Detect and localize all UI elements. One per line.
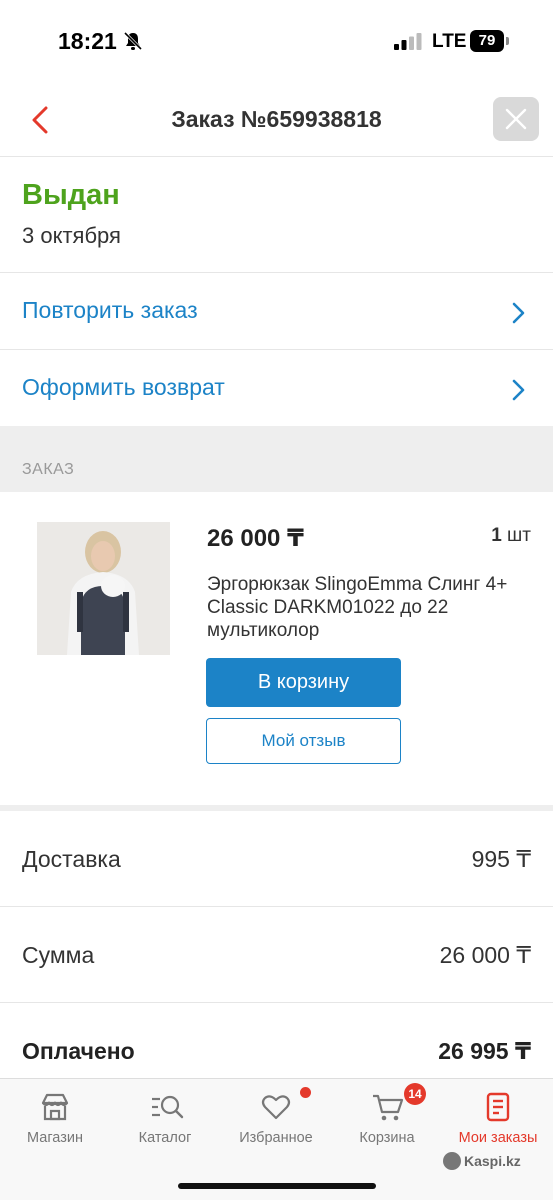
kaspi-watermark: Kaspi.kz: [443, 1152, 521, 1171]
my-review-button[interactable]: Мой отзыв: [206, 718, 401, 764]
catalog-search-icon: [152, 1095, 184, 1119]
delivery-row: Доставка 995 ₸: [0, 811, 553, 907]
tab-my-orders[interactable]: Мои заказы: [443, 1079, 553, 1159]
store-icon: [41, 1093, 69, 1121]
page-title: Заказ №659938818: [171, 106, 382, 132]
tab-cart-label: Корзина: [359, 1130, 415, 1146]
repeat-order-row[interactable]: Повторить заказ: [0, 273, 553, 350]
order-date: 3 октября: [22, 223, 121, 248]
watermark-text: Kaspi.kz: [464, 1153, 521, 1169]
product-name[interactable]: Эргорюкзак SlingoEmma Слинг 4+ Classic D…: [207, 573, 527, 642]
order-status-block: Выдан 3 октября: [0, 157, 553, 273]
kaspi-logo-icon: [443, 1152, 461, 1171]
close-icon: [505, 108, 527, 130]
heart-icon: [261, 1095, 291, 1120]
tab-store-label: Магазин: [27, 1130, 83, 1146]
tab-my-orders-label: Мои заказы: [458, 1130, 538, 1146]
tab-bar: Магазин Каталог Избранное 14 Корзина Мои…: [0, 1078, 553, 1200]
paid-value: 26 995 ₸: [438, 1038, 531, 1064]
tab-catalog-label: Каталог: [138, 1130, 192, 1146]
product-image[interactable]: [37, 522, 170, 655]
network-type: LTE: [432, 31, 467, 52]
status-bar: 18:21 LTE 79: [0, 0, 553, 80]
tab-cart[interactable]: 14 Корзина: [332, 1079, 442, 1159]
tab-catalog[interactable]: Каталог: [110, 1079, 220, 1159]
quantity-number: 1: [491, 525, 502, 546]
battery-icon: 79: [470, 30, 510, 52]
paid-label: Оплачено: [22, 1038, 135, 1064]
section-header: ЗАКАЗ: [0, 426, 553, 492]
tab-store[interactable]: Магазин: [0, 1079, 110, 1159]
delivery-label: Доставка: [22, 846, 121, 872]
chevron-right-icon: [512, 379, 525, 401]
delivery-value: 995 ₸: [471, 846, 531, 872]
product-price: 26 000 ₸: [207, 525, 304, 552]
tab-favorites[interactable]: Избранное: [221, 1079, 331, 1159]
subtotal-row: Сумма 26 000 ₸: [0, 907, 553, 1003]
cart-badge: 14: [404, 1083, 426, 1105]
subtotal-value: 26 000 ₸: [439, 942, 531, 968]
return-order-label: Оформить возврат: [22, 374, 225, 400]
battery-level: 79: [470, 30, 504, 52]
return-order-row[interactable]: Оформить возврат: [0, 350, 553, 427]
home-indicator: [178, 1183, 376, 1189]
header: Заказ №659938818: [0, 80, 553, 157]
cart-icon: [373, 1094, 404, 1121]
quantity-unit: шт: [507, 525, 531, 546]
status-time: 18:21: [58, 28, 117, 54]
product-quantity: 1 шт: [491, 525, 531, 547]
product-photo: [37, 522, 170, 655]
add-to-cart-button[interactable]: В корзину: [206, 658, 401, 707]
favorites-badge-dot: [300, 1087, 311, 1098]
orders-icon: [486, 1092, 510, 1122]
bell-muted-icon: [123, 31, 143, 51]
order-status: Выдан: [22, 179, 120, 211]
subtotal-label: Сумма: [22, 942, 95, 968]
tab-favorites-label: Избранное: [239, 1130, 313, 1146]
section-label: ЗАКАЗ: [22, 461, 75, 478]
close-button[interactable]: [493, 97, 539, 141]
signal-icon: [394, 33, 422, 50]
repeat-order-label: Повторить заказ: [22, 297, 198, 323]
product-card: 26 000 ₸ 1 шт Эргорюкзак SlingoEmma Слин…: [0, 492, 553, 805]
chevron-right-icon: [512, 302, 525, 324]
